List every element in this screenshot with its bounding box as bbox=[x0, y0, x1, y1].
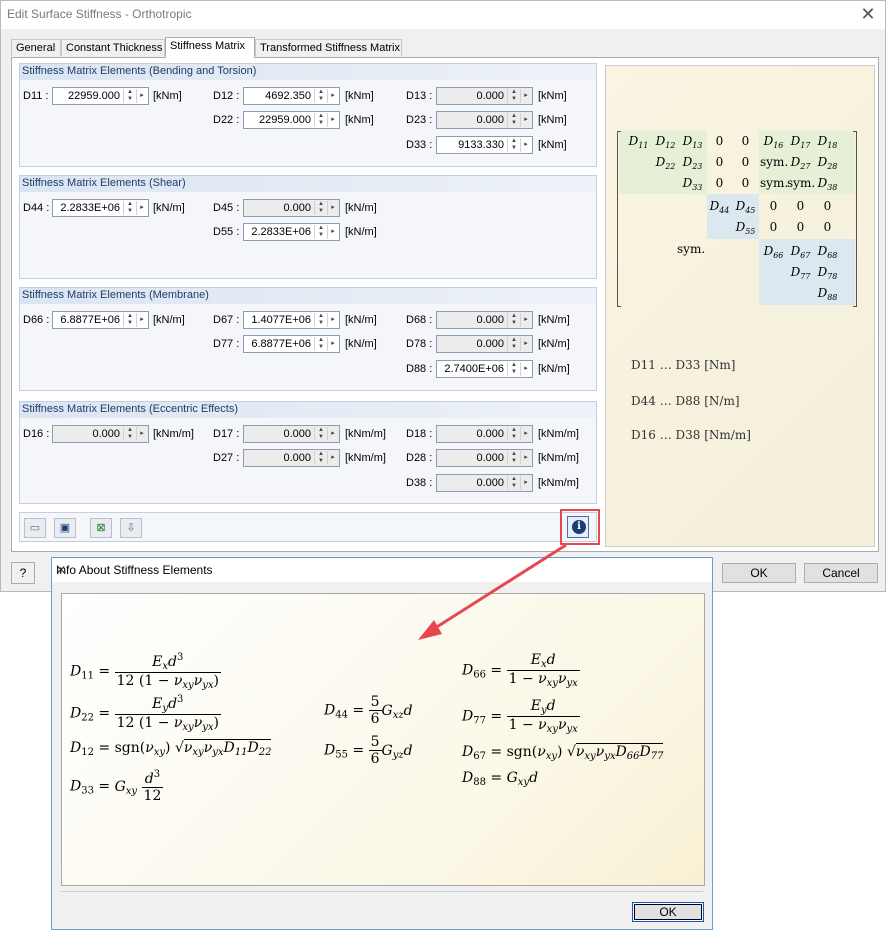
annotation-arrow bbox=[418, 543, 567, 640]
tab-stiffness-matrix[interactable]: Stiffness Matrix bbox=[165, 37, 255, 58]
